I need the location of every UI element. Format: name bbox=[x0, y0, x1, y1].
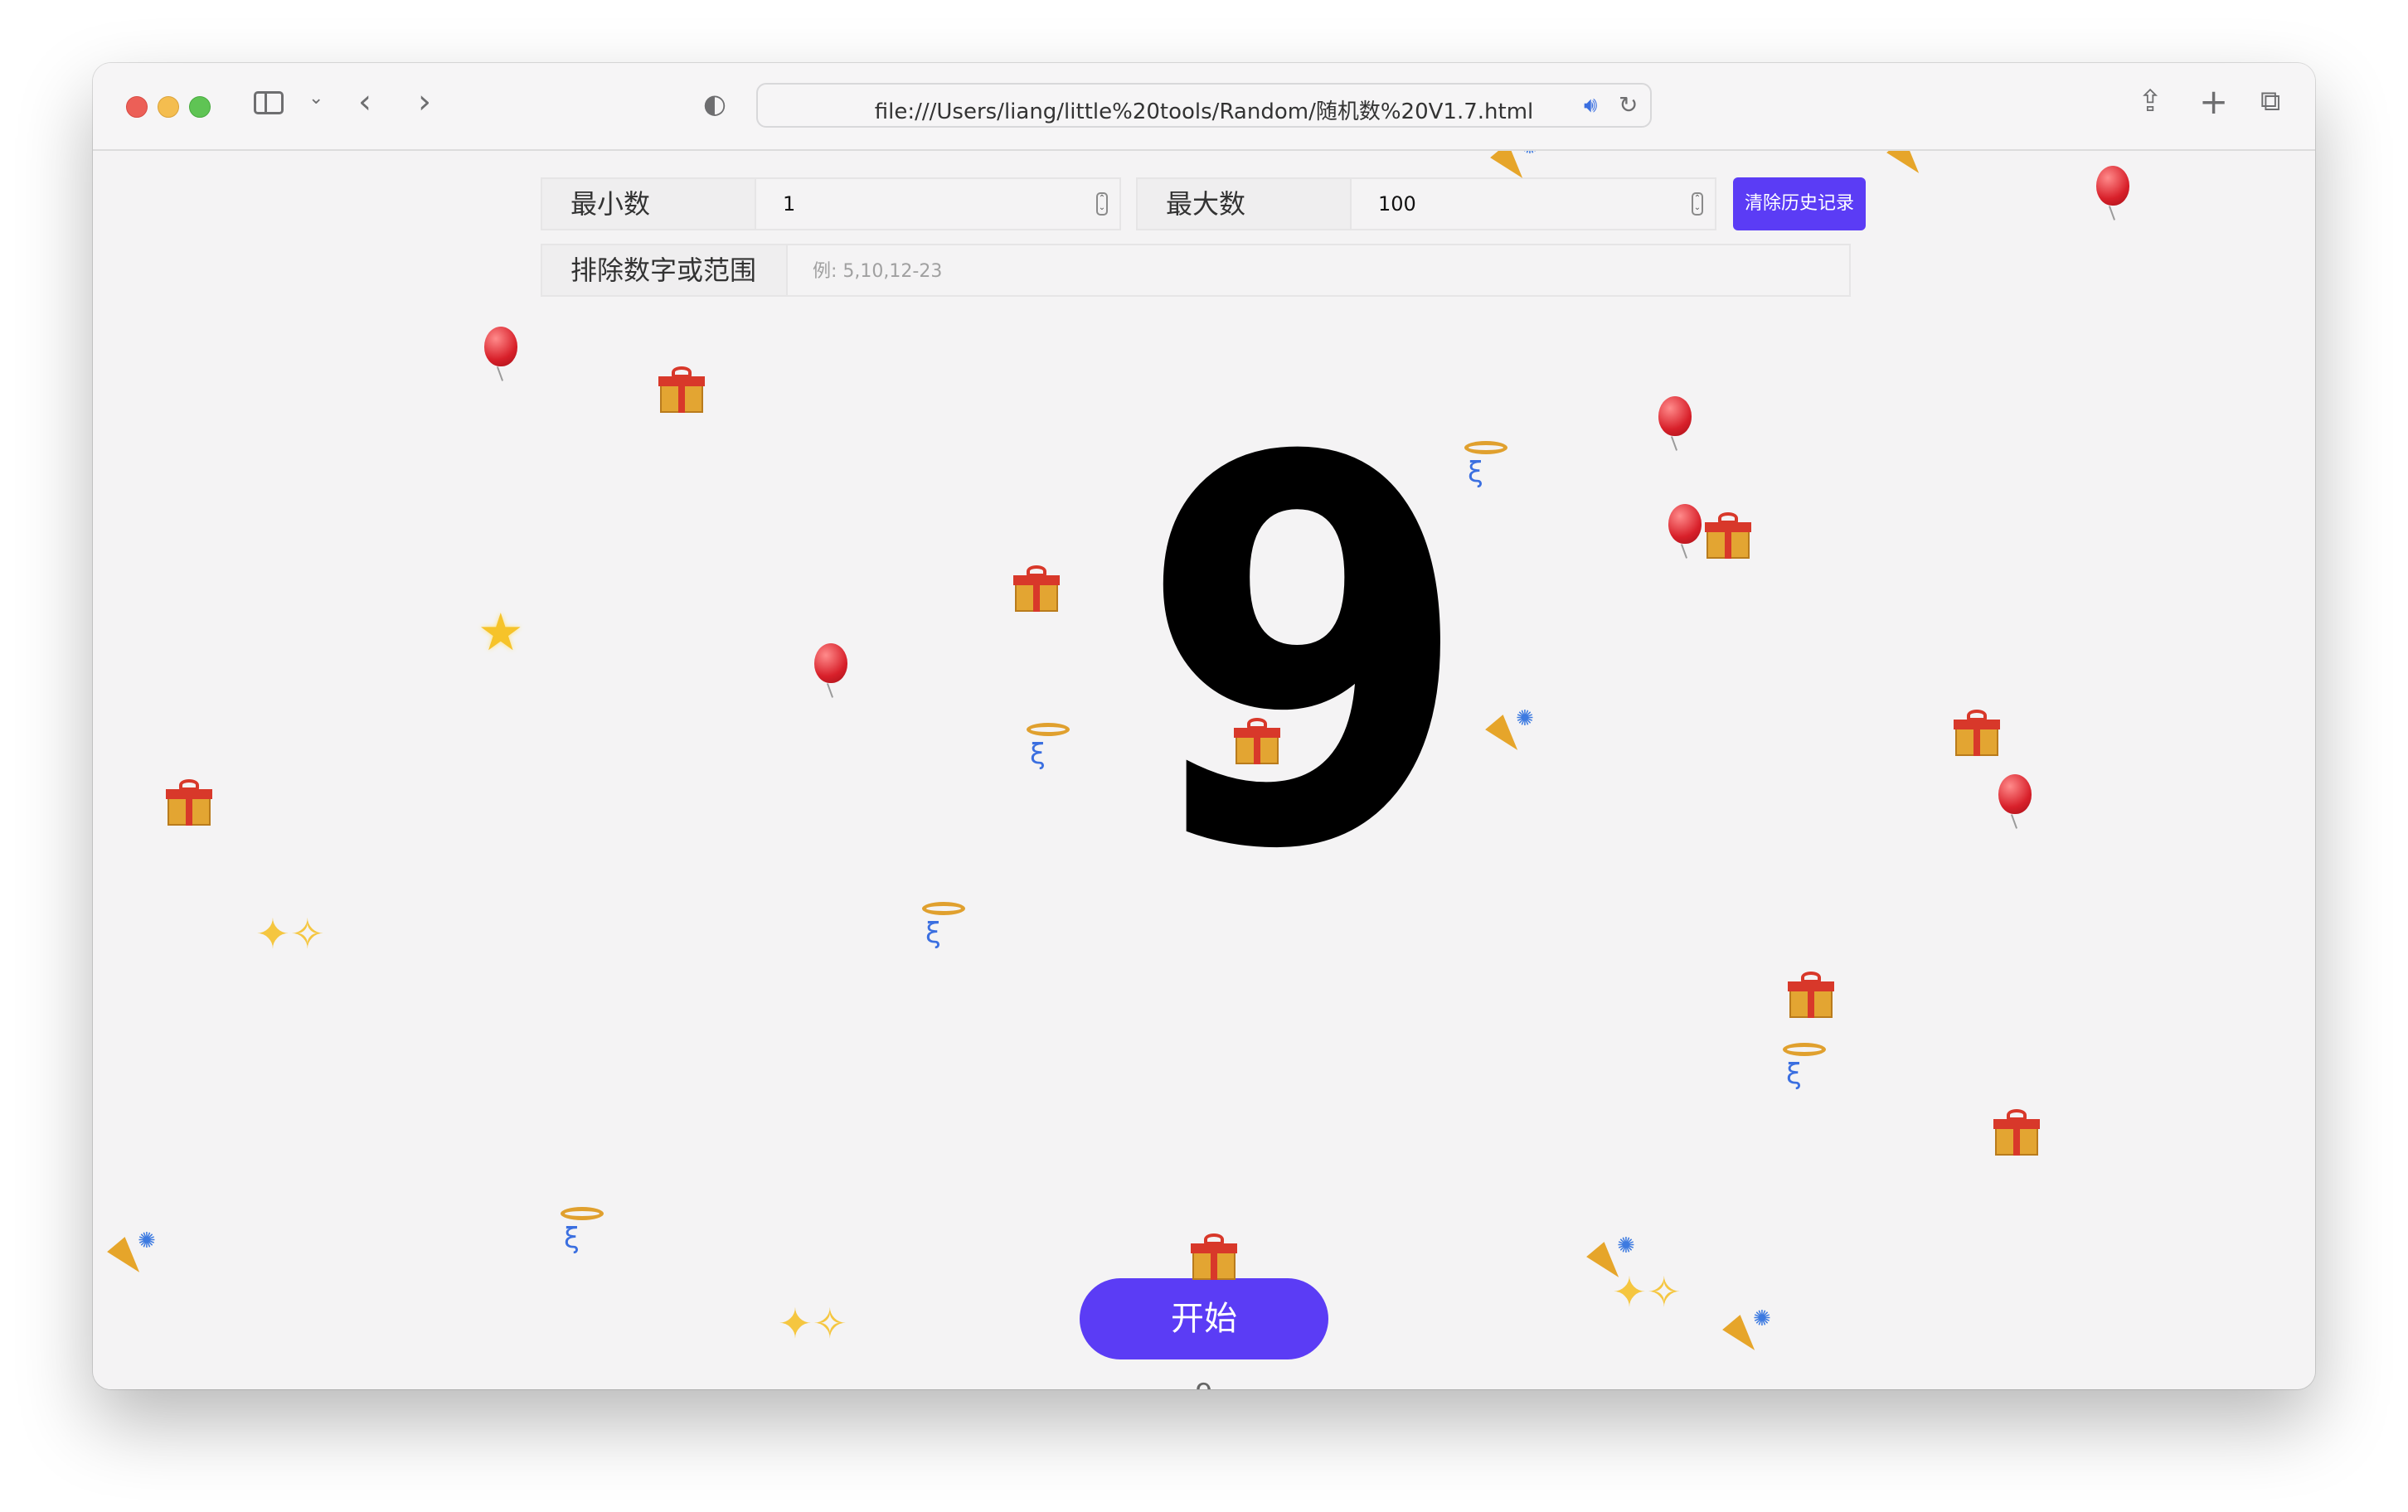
close-window-button[interactable] bbox=[126, 96, 148, 118]
min-number-stepper[interactable]: ⌃ ⌄ bbox=[1096, 192, 1108, 216]
gift-icon bbox=[658, 366, 705, 413]
sparkles-icon: ✦✧ bbox=[255, 910, 325, 958]
gift-icon bbox=[166, 779, 212, 826]
exclude-input[interactable]: 例: 5,10,12-23 bbox=[813, 245, 942, 295]
exclude-label: 排除数字或范围 bbox=[542, 245, 788, 295]
clear-history-button[interactable]: 清除历史记录 bbox=[1733, 177, 1866, 230]
gift-icon bbox=[1788, 972, 1834, 1018]
party-popper-icon: ✺ bbox=[1485, 706, 1544, 758]
share-icon[interactable]: ⇪ bbox=[2138, 85, 2163, 119]
max-number-stepper[interactable]: ⌃ ⌄ bbox=[1692, 192, 1703, 216]
ribbon-gift-icon: ξ bbox=[919, 902, 969, 952]
gift-icon bbox=[1013, 565, 1060, 612]
exclude-field: 排除数字或范围 例: 5,10,12-23 bbox=[541, 244, 1851, 297]
gift-icon bbox=[1705, 512, 1751, 559]
gift-icon bbox=[1234, 718, 1280, 764]
privacy-shield-icon[interactable]: ◐ bbox=[703, 88, 726, 119]
sparkles-icon: ✦✧ bbox=[778, 1300, 847, 1348]
browser-window: ⌄ ‹ › ◐ file:///Users/liang/little%20too… bbox=[93, 63, 2315, 1389]
gift-icon bbox=[1954, 710, 2000, 756]
ribbon-gift-icon: ξ bbox=[1779, 1043, 1829, 1093]
party-popper-icon: ✺ bbox=[1586, 1233, 1645, 1285]
balloon-icon bbox=[484, 327, 517, 366]
browser-toolbar: ⌄ ‹ › ◐ file:///Users/liang/little%20too… bbox=[93, 63, 2315, 151]
history-list: 9 bbox=[1121, 1378, 1287, 1389]
balloon-icon bbox=[2096, 166, 2129, 206]
party-popper-icon: ✺ bbox=[107, 1228, 166, 1280]
gift-icon bbox=[1993, 1109, 2040, 1156]
min-number-field: 最小数 1 ⌃ ⌄ bbox=[541, 177, 1121, 230]
new-tab-icon[interactable]: + bbox=[2199, 81, 2228, 122]
balloon-icon bbox=[1998, 774, 2032, 814]
max-number-field: 最大数 100 ⌃ ⌄ bbox=[1136, 177, 1716, 230]
party-popper-icon: ✺ bbox=[1490, 151, 1549, 186]
balloon-icon bbox=[1668, 504, 1702, 544]
min-number-label: 最小数 bbox=[542, 179, 756, 229]
ribbon-gift-icon: ξ bbox=[1461, 441, 1511, 491]
sidebar-icon[interactable] bbox=[254, 91, 284, 114]
start-button[interactable]: 开始 bbox=[1080, 1278, 1328, 1359]
minimize-window-button[interactable] bbox=[158, 96, 179, 118]
gift-icon bbox=[1191, 1233, 1237, 1280]
page-content: 最小数 1 ⌃ ⌄ 最大数 100 ⌃ ⌄ 清除历史记录 排除数字或范围 例: 5,… bbox=[93, 151, 2315, 1389]
reload-icon[interactable]: ↻ bbox=[1619, 91, 1638, 119]
url-text: file:///Users/liang/little%20tools/Rando… bbox=[874, 99, 1534, 124]
ribbon-gift-icon: ξ bbox=[557, 1207, 607, 1257]
balloon-icon bbox=[814, 643, 847, 683]
forward-icon[interactable]: › bbox=[418, 83, 431, 121]
chevron-down-icon[interactable]: ⌄ bbox=[308, 88, 323, 109]
max-number-label: 最大数 bbox=[1138, 179, 1352, 229]
back-icon[interactable]: ‹ bbox=[358, 83, 371, 121]
result-number: 9 bbox=[1138, 347, 1471, 965]
zoom-window-button[interactable] bbox=[189, 96, 211, 118]
party-popper-icon: ✺ bbox=[1722, 1306, 1781, 1358]
speaker-icon[interactable]: 🔊︎ bbox=[1584, 93, 1597, 119]
tab-overview-icon[interactable]: ⧉ bbox=[2260, 85, 2280, 118]
balloon-icon bbox=[1658, 396, 1692, 436]
star-icon: ★ bbox=[478, 602, 524, 662]
max-number-input[interactable]: 100 bbox=[1378, 179, 1416, 229]
min-number-input[interactable]: 1 bbox=[783, 179, 795, 229]
address-bar[interactable]: file:///Users/liang/little%20tools/Rando… bbox=[756, 83, 1652, 128]
party-popper-icon: ✺ bbox=[1886, 151, 1945, 181]
ribbon-gift-icon: ξ bbox=[1023, 723, 1073, 773]
